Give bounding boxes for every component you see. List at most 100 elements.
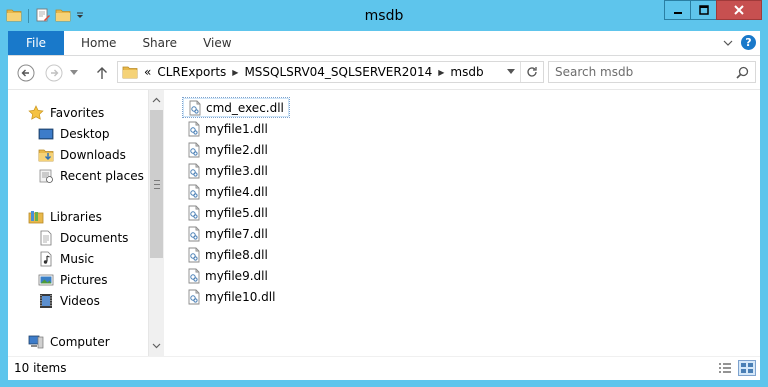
minimize-button[interactable] — [664, 0, 691, 20]
nav-item-videos[interactable]: Videos — [38, 290, 128, 311]
navigation-bar: « CLRExports ▶ MSSQLSRV04_SQLSERVER2014 … — [8, 56, 760, 89]
file-name: myfile9.dll — [205, 268, 268, 283]
expand-ribbon-button[interactable] — [723, 36, 733, 50]
star-icon — [28, 104, 44, 121]
file-name: myfile1.dll — [205, 121, 268, 136]
ribbon-tabs: Home Share View — [68, 31, 245, 55]
address-dropdown-button[interactable] — [501, 62, 520, 82]
navigation-pane: Favorites Desktop Downloads Recent place… — [8, 90, 148, 356]
chevron-down-icon — [723, 40, 733, 46]
details-view-icon — [719, 363, 731, 373]
back-arrow-icon — [17, 64, 35, 82]
nav-item-recent-places[interactable]: Recent places — [38, 165, 144, 186]
dll-file-icon — [186, 163, 202, 179]
nav-item-desktop[interactable]: Desktop — [38, 123, 144, 144]
file-item[interactable]: myfile8.dll — [182, 244, 273, 265]
recent-locations-button[interactable] — [68, 63, 80, 83]
nav-label: Videos — [60, 293, 100, 308]
recent-places-icon — [38, 168, 54, 184]
maximize-button[interactable] — [690, 0, 717, 20]
title-bar: msdb — [0, 0, 768, 31]
computer-icon — [28, 334, 44, 350]
help-button[interactable]: ? — [741, 35, 756, 50]
details-view-button[interactable] — [716, 360, 734, 376]
file-name: myfile2.dll — [205, 142, 268, 157]
large-icons-view-icon — [741, 363, 753, 373]
nav-item-downloads[interactable]: Downloads — [38, 144, 144, 165]
refresh-icon — [527, 67, 537, 77]
scroll-down-button[interactable] — [149, 338, 164, 354]
breadcrumb-overflow[interactable]: « — [144, 65, 151, 79]
videos-icon — [38, 293, 54, 309]
nav-item-documents[interactable]: Documents — [38, 227, 128, 248]
libraries-group: Libraries Documents Music Pictures Video… — [28, 206, 128, 311]
nav-label: Pictures — [60, 272, 108, 287]
chevron-down-icon — [152, 343, 161, 349]
nav-item-favorites[interactable]: Favorites — [28, 102, 144, 123]
list-view-button[interactable] — [738, 360, 756, 376]
up-button[interactable] — [92, 63, 112, 83]
status-bar: 10 items — [8, 356, 760, 380]
nav-pane-scrollbar[interactable] — [148, 90, 164, 356]
folder-icon — [122, 64, 138, 80]
main-area: Favorites Desktop Downloads Recent place… — [8, 89, 760, 356]
nav-label: Downloads — [60, 147, 126, 162]
file-item[interactable]: myfile5.dll — [182, 202, 273, 223]
forward-button[interactable] — [44, 63, 64, 83]
maximize-icon — [698, 5, 709, 15]
tab-file[interactable]: File — [8, 31, 64, 55]
computer-group: Computer — [28, 331, 110, 352]
file-name: myfile8.dll — [205, 247, 268, 262]
chevron-right-icon[interactable]: ▶ — [438, 68, 444, 77]
up-arrow-icon — [97, 67, 107, 79]
file-name: myfile10.dll — [205, 289, 276, 304]
forward-arrow-icon — [45, 64, 63, 82]
tab-view[interactable]: View — [190, 31, 244, 55]
file-item[interactable]: myfile2.dll — [182, 139, 273, 160]
file-item[interactable]: myfile1.dll — [182, 118, 273, 139]
dll-file-icon — [186, 142, 202, 158]
favorites-group: Favorites Desktop Downloads Recent place… — [28, 102, 144, 186]
chevron-right-icon[interactable]: ▶ — [232, 68, 238, 77]
nav-label: Music — [60, 251, 95, 266]
file-name: myfile3.dll — [205, 163, 268, 178]
back-button[interactable] — [16, 63, 36, 83]
nav-item-music[interactable]: Music — [38, 248, 128, 269]
nav-item-computer[interactable]: Computer — [28, 331, 110, 352]
libraries-icon — [28, 209, 44, 225]
scroll-up-button[interactable] — [149, 92, 164, 108]
file-item[interactable]: myfile4.dll — [182, 181, 273, 202]
refresh-button[interactable] — [520, 62, 543, 82]
search-icon[interactable] — [736, 66, 749, 82]
breadcrumb-clrexports[interactable]: CLRExports — [157, 65, 226, 79]
file-item[interactable]: cmd_exec.dll — [182, 97, 290, 118]
pictures-icon — [38, 272, 54, 288]
close-button[interactable] — [716, 0, 762, 20]
dll-file-icon — [186, 268, 202, 284]
nav-label: Documents — [60, 230, 129, 245]
file-item[interactable]: myfile3.dll — [182, 160, 273, 181]
file-item[interactable]: myfile10.dll — [182, 286, 280, 307]
file-name: myfile4.dll — [205, 184, 268, 199]
tab-home[interactable]: Home — [68, 31, 129, 55]
downloads-icon — [38, 147, 54, 163]
file-item[interactable]: myfile9.dll — [182, 265, 273, 286]
dll-file-icon — [186, 289, 202, 305]
file-list: cmd_exec.dll myfile1.dll myfile2.dll myf… — [182, 97, 742, 347]
nav-item-pictures[interactable]: Pictures — [38, 269, 128, 290]
breadcrumb-msdb[interactable]: msdb — [450, 65, 483, 79]
tab-share[interactable]: Share — [129, 31, 190, 55]
nav-item-libraries[interactable]: Libraries — [28, 206, 128, 227]
music-icon — [38, 251, 54, 267]
dll-file-icon — [186, 247, 202, 263]
search-input[interactable] — [555, 64, 725, 80]
scroll-thumb[interactable] — [150, 110, 163, 258]
desktop-icon — [38, 126, 54, 142]
breadcrumb: « CLRExports ▶ MSSQLSRV04_SQLSERVER2014 … — [138, 65, 484, 79]
file-name: myfile5.dll — [205, 205, 268, 220]
nav-label: Desktop — [60, 126, 110, 141]
file-item[interactable]: myfile7.dll — [182, 223, 273, 244]
address-bar[interactable]: « CLRExports ▶ MSSQLSRV04_SQLSERVER2014 … — [117, 61, 544, 83]
breadcrumb-server[interactable]: MSSQLSRV04_SQLSERVER2014 — [244, 65, 432, 79]
documents-icon — [38, 230, 54, 246]
